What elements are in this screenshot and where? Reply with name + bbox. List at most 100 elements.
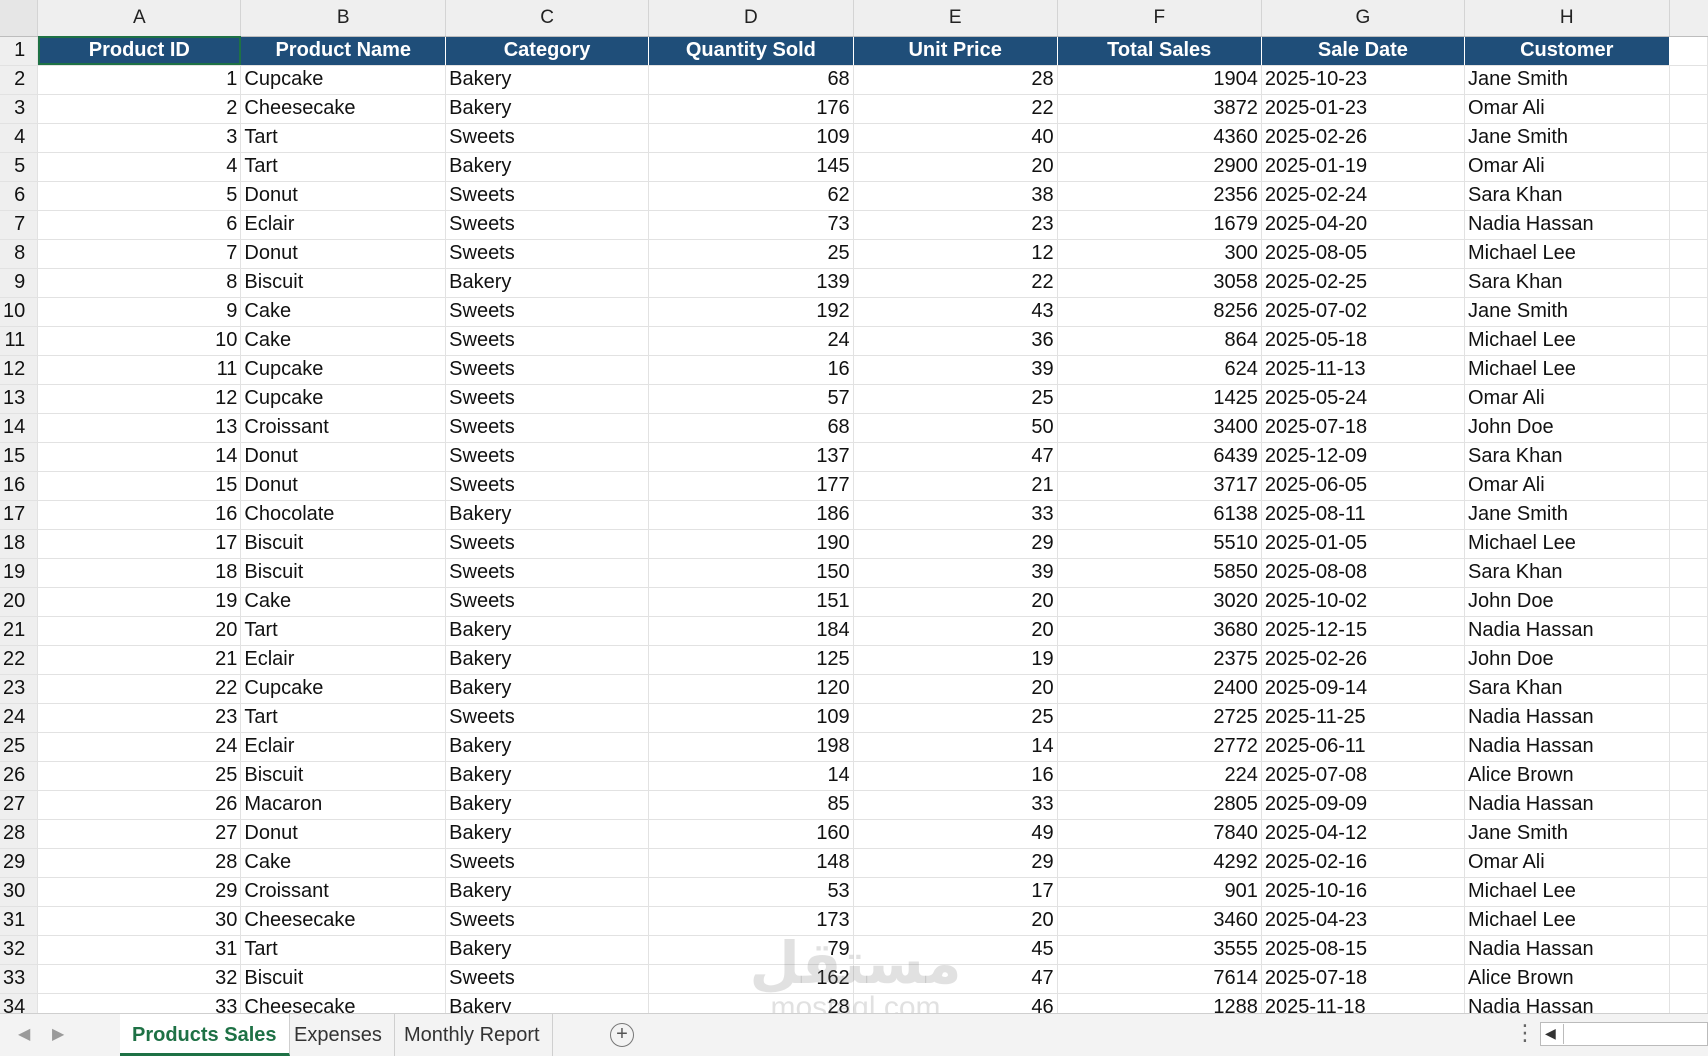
data-cell[interactable]: Donut	[240, 239, 447, 269]
data-cell[interactable]: 2025-07-18	[1261, 413, 1465, 443]
data-cell[interactable]: Nadia Hassan	[1464, 616, 1670, 646]
empty-cell[interactable]	[1669, 761, 1708, 791]
data-cell[interactable]: 2025-07-08	[1261, 761, 1465, 791]
data-cell[interactable]: 2025-12-15	[1261, 616, 1465, 646]
header-cell[interactable]: Category	[445, 36, 650, 66]
data-cell[interactable]: 2025-01-23	[1261, 94, 1465, 124]
data-cell[interactable]: Jane Smith	[1464, 500, 1670, 530]
data-cell[interactable]: 2025-02-24	[1261, 181, 1465, 211]
data-cell[interactable]: Sweets	[445, 181, 650, 211]
data-cell[interactable]: 2	[37, 94, 242, 124]
data-cell[interactable]: 33	[853, 500, 1058, 530]
data-cell[interactable]: 26	[37, 790, 242, 820]
data-cell[interactable]: 2025-10-02	[1261, 587, 1465, 617]
row-number[interactable]: 4	[0, 123, 39, 153]
data-cell[interactable]: Sweets	[445, 587, 650, 617]
data-cell[interactable]: 47	[853, 964, 1058, 994]
data-cell[interactable]: 25	[648, 239, 854, 269]
data-cell[interactable]: 33	[37, 993, 242, 1013]
data-cell[interactable]: 4	[37, 152, 242, 182]
header-cell[interactable]: Unit Price	[853, 36, 1058, 66]
row-number[interactable]: 29	[0, 848, 39, 878]
data-cell[interactable]: 190	[648, 529, 854, 559]
data-cell[interactable]: 192	[648, 297, 854, 327]
data-cell[interactable]: Cake	[240, 587, 447, 617]
data-cell[interactable]: 14	[37, 442, 242, 472]
row-number[interactable]: 1	[0, 36, 39, 66]
row-number[interactable]: 6	[0, 181, 39, 211]
data-cell[interactable]: 8	[37, 268, 242, 298]
data-cell[interactable]: Michael Lee	[1464, 906, 1670, 936]
row-number[interactable]: 34	[0, 993, 39, 1013]
row-number[interactable]: 9	[0, 268, 39, 298]
data-cell[interactable]: Cupcake	[240, 384, 447, 414]
empty-cell[interactable]	[1669, 935, 1708, 965]
data-cell[interactable]: Cupcake	[240, 65, 447, 95]
data-cell[interactable]: Donut	[240, 442, 447, 472]
data-cell[interactable]: Eclair	[240, 645, 447, 675]
data-cell[interactable]: 901	[1057, 877, 1262, 907]
data-cell[interactable]: 28	[648, 993, 854, 1013]
empty-cell[interactable]	[1669, 355, 1708, 385]
data-cell[interactable]: 24	[37, 732, 242, 762]
data-cell[interactable]: Biscuit	[240, 529, 447, 559]
data-cell[interactable]: 22	[853, 268, 1058, 298]
data-cell[interactable]: 2772	[1057, 732, 1262, 762]
data-cell[interactable]: 20	[853, 674, 1058, 704]
data-cell[interactable]: 184	[648, 616, 854, 646]
data-cell[interactable]: 17	[37, 529, 242, 559]
row-number[interactable]: 32	[0, 935, 39, 965]
row-number[interactable]: 3	[0, 94, 39, 124]
column-header-g[interactable]: G	[1261, 0, 1465, 37]
data-cell[interactable]: 25	[853, 703, 1058, 733]
data-cell[interactable]: Bakery	[445, 616, 650, 646]
data-cell[interactable]: Sweets	[445, 442, 650, 472]
data-cell[interactable]: 2375	[1057, 645, 1262, 675]
data-cell[interactable]: Sweets	[445, 239, 650, 269]
data-cell[interactable]: 2025-08-08	[1261, 558, 1465, 588]
data-cell[interactable]: 8256	[1057, 297, 1262, 327]
data-cell[interactable]: Bakery	[445, 645, 650, 675]
data-cell[interactable]: 151	[648, 587, 854, 617]
data-cell[interactable]: 5	[37, 181, 242, 211]
data-cell[interactable]: 2025-01-19	[1261, 152, 1465, 182]
data-cell[interactable]: 6439	[1057, 442, 1262, 472]
data-cell[interactable]: 2025-10-23	[1261, 65, 1465, 95]
data-cell[interactable]: 53	[648, 877, 854, 907]
data-cell[interactable]: 2025-07-02	[1261, 297, 1465, 327]
row-number[interactable]: 20	[0, 587, 39, 617]
row-number[interactable]: 22	[0, 645, 39, 675]
data-cell[interactable]: 73	[648, 210, 854, 240]
data-cell[interactable]: Michael Lee	[1464, 326, 1670, 356]
data-cell[interactable]: Cupcake	[240, 355, 447, 385]
data-cell[interactable]: Nadia Hassan	[1464, 210, 1670, 240]
empty-cell[interactable]	[1669, 645, 1708, 675]
empty-cell[interactable]	[1669, 790, 1708, 820]
data-cell[interactable]: 150	[648, 558, 854, 588]
data-cell[interactable]: 6138	[1057, 500, 1262, 530]
data-cell[interactable]: Michael Lee	[1464, 529, 1670, 559]
data-cell[interactable]: 33	[853, 790, 1058, 820]
row-number[interactable]: 24	[0, 703, 39, 733]
data-cell[interactable]: Jane Smith	[1464, 123, 1670, 153]
data-cell[interactable]: 2025-05-18	[1261, 326, 1465, 356]
empty-cell[interactable]	[1669, 123, 1708, 153]
data-cell[interactable]: Alice Brown	[1464, 964, 1670, 994]
data-cell[interactable]: Cake	[240, 326, 447, 356]
data-cell[interactable]: Sweets	[445, 210, 650, 240]
column-header-c[interactable]: C	[445, 0, 650, 37]
empty-cell[interactable]	[1669, 239, 1708, 269]
row-number[interactable]: 8	[0, 239, 39, 269]
data-cell[interactable]: 25	[37, 761, 242, 791]
data-cell[interactable]: John Doe	[1464, 587, 1670, 617]
data-cell[interactable]: 2025-02-26	[1261, 123, 1465, 153]
data-cell[interactable]: 12	[37, 384, 242, 414]
data-cell[interactable]: 2025-09-09	[1261, 790, 1465, 820]
data-cell[interactable]: Bakery	[445, 790, 650, 820]
data-cell[interactable]: 3555	[1057, 935, 1262, 965]
data-cell[interactable]: Sara Khan	[1464, 181, 1670, 211]
row-number[interactable]: 18	[0, 529, 39, 559]
data-cell[interactable]: 2025-09-14	[1261, 674, 1465, 704]
data-cell[interactable]: 57	[648, 384, 854, 414]
data-cell[interactable]: Alice Brown	[1464, 761, 1670, 791]
